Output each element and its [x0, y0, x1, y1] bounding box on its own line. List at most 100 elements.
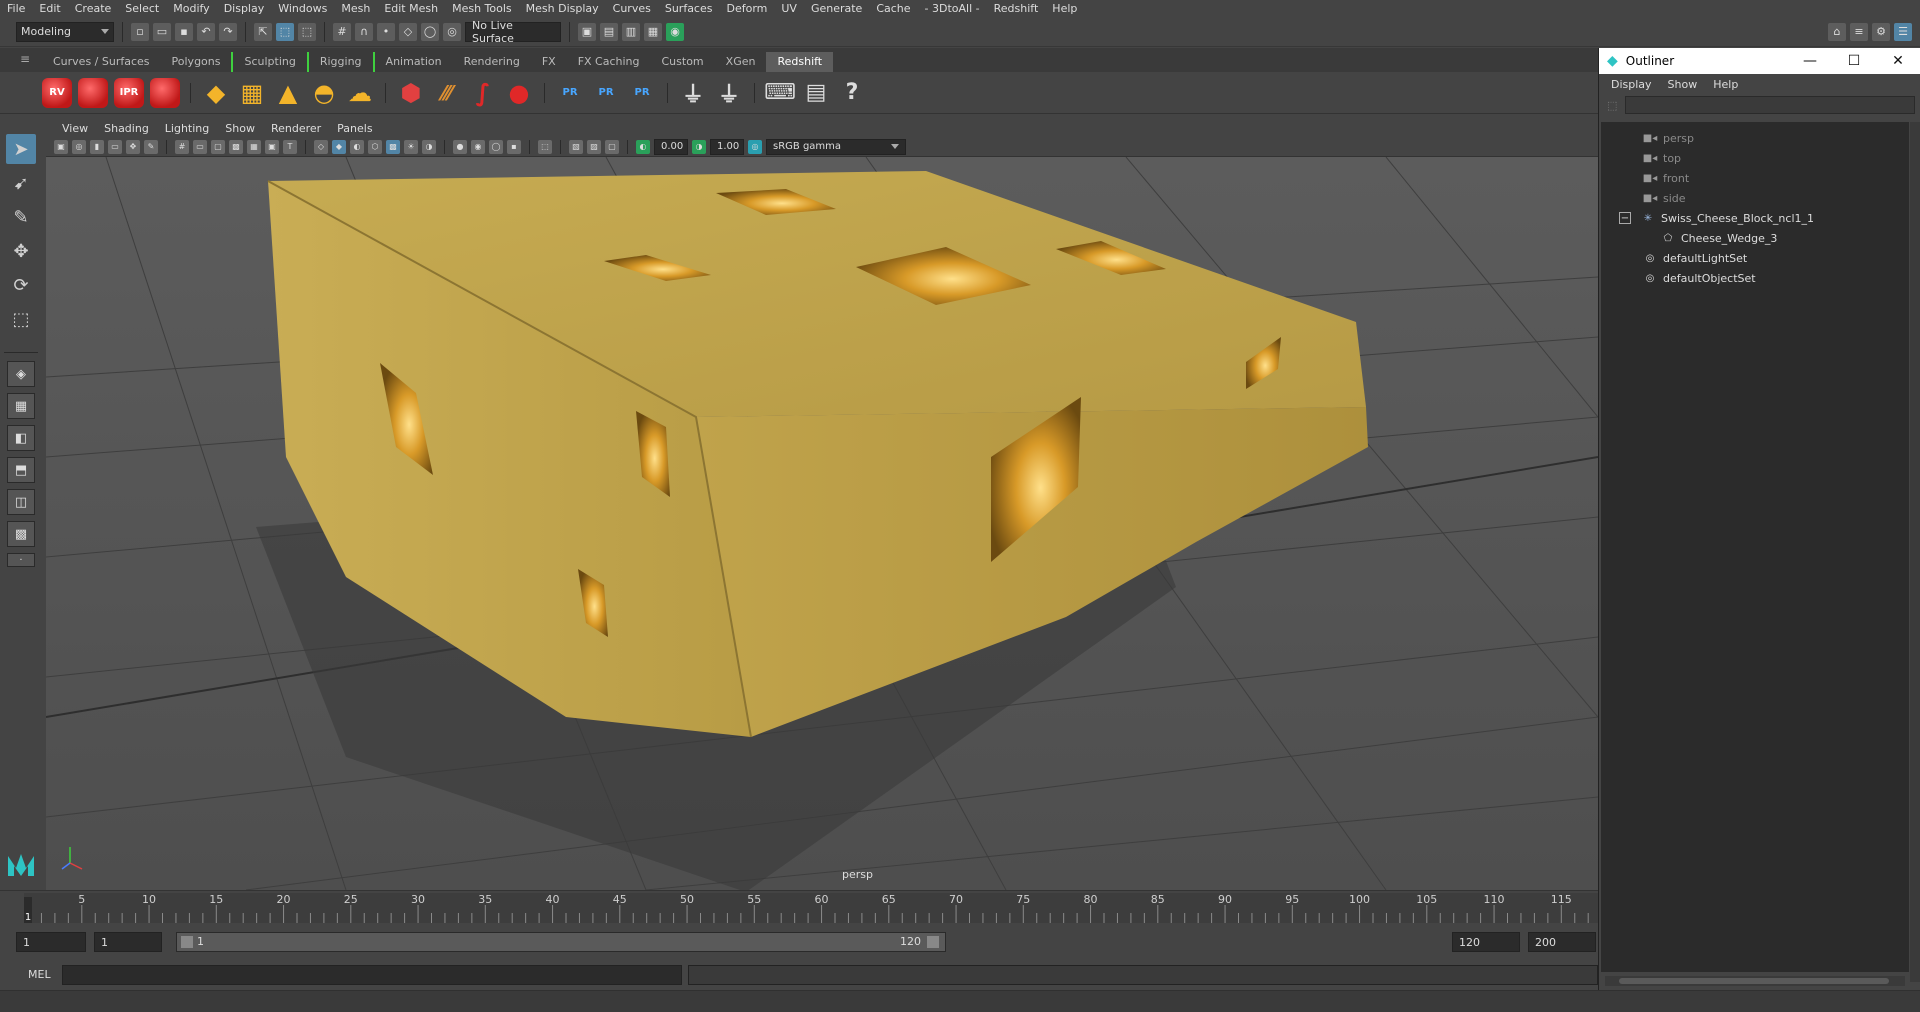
rs-volume-icon[interactable]: ⁄⁄⁄	[432, 78, 462, 108]
outliner-search-input[interactable]	[1625, 96, 1916, 114]
use-default-material-icon[interactable]: ◐	[350, 139, 364, 154]
rs-sun-light-icon[interactable]: ☁	[345, 78, 375, 108]
render-settings-icon[interactable]: ▥	[622, 22, 640, 41]
persp-outliner-layout-icon[interactable]: ⬒	[7, 457, 35, 483]
save-scene-icon[interactable]: ▪	[175, 22, 193, 41]
close-icon[interactable]: ✕	[1876, 48, 1920, 74]
snap-grid-icon[interactable]: #	[333, 22, 351, 41]
menu-windows[interactable]: Windows	[271, 0, 334, 17]
menu-edit-mesh[interactable]: Edit Mesh	[377, 0, 445, 17]
time-slider[interactable]: 5 10 15 20 25 30 35 40 45 50 55 60 65 70 75 80 85 90 95 100…	[0, 890, 1603, 926]
menu-modify[interactable]: Modify	[166, 0, 216, 17]
grid-icon[interactable]: #	[175, 139, 189, 154]
workspace-icon[interactable]: ⌂	[1828, 22, 1846, 41]
redshift-render-view-button[interactable]: RV	[42, 77, 72, 108]
field-chart-icon[interactable]: ▦	[247, 139, 261, 154]
tool-settings-icon[interactable]: ⚙	[1872, 22, 1890, 41]
render-view-icon[interactable]: ◉	[666, 22, 684, 41]
shelf-menu-icon[interactable]: ≡	[20, 52, 32, 66]
side-by-side-layout-icon[interactable]: ◧	[7, 425, 35, 451]
camera-attributes-icon[interactable]: ◎	[72, 139, 86, 154]
motion-blur-icon[interactable]: ◉	[471, 139, 485, 154]
range-slider-start-handle[interactable]	[181, 936, 193, 948]
persp-graph-layout-icon[interactable]: ◫	[7, 489, 35, 515]
outliner-item-cheese-wedge[interactable]: ⬠ Cheese_Wedge_3	[1661, 228, 1778, 248]
menu-select[interactable]: Select	[118, 0, 166, 17]
menu-curves[interactable]: Curves	[606, 0, 658, 17]
exposure-field[interactable]: 0.00	[654, 138, 688, 155]
outliner-item-persp[interactable]: ■◂ persp	[1643, 128, 1694, 148]
shelf-tab-fx[interactable]: FX	[531, 52, 567, 72]
command-input[interactable]	[62, 965, 682, 985]
outliner-item-front[interactable]: ■◂ front	[1643, 168, 1689, 188]
menu-help[interactable]: Help	[1045, 0, 1084, 17]
scale-tool-icon[interactable]: ⬚	[6, 304, 36, 334]
panel-menu-renderer[interactable]: Renderer	[263, 122, 329, 135]
rs-pr-button-3[interactable]: PR	[627, 78, 657, 108]
single-pane-layout-icon[interactable]: ◈	[7, 361, 35, 387]
redshift-ipr-button[interactable]: IPR	[114, 77, 144, 108]
playback-start-field[interactable]: 1	[94, 932, 162, 952]
scrollbar-thumb[interactable]	[1619, 978, 1889, 984]
panel-menu-view[interactable]: View	[54, 122, 96, 135]
snap-point-icon[interactable]: •	[377, 22, 395, 41]
select-tool-icon[interactable]: ➤	[6, 134, 36, 164]
snap-live-icon[interactable]: ◎	[443, 22, 461, 41]
gamma-field[interactable]: 1.00	[710, 138, 744, 155]
shelf-tab-animation[interactable]: Animation	[375, 52, 453, 72]
ambient-occlusion-icon[interactable]: ●	[453, 139, 467, 154]
textured-icon[interactable]: ▩	[386, 139, 400, 154]
xray-joints-icon[interactable]: ▢	[605, 139, 619, 154]
attribute-editor-icon[interactable]: ≡	[1850, 22, 1868, 41]
color-management-icon[interactable]: ◎	[748, 139, 762, 154]
script-language-label[interactable]: MEL	[28, 968, 51, 981]
outliner-menu-display[interactable]: Display	[1603, 78, 1660, 91]
open-scene-icon[interactable]: ▭	[153, 22, 171, 41]
panel-menu-shading[interactable]: Shading	[96, 122, 157, 135]
bookmark-icon[interactable]: ▮	[90, 139, 104, 154]
outliner-item-top[interactable]: ■◂ top	[1643, 148, 1681, 168]
redshift-render-button[interactable]	[78, 77, 108, 108]
hypershade-layout-icon[interactable]: ▩	[7, 521, 35, 547]
rs-portal-light-icon[interactable]: ▦	[237, 78, 267, 108]
shelf-tab-rigging[interactable]: Rigging	[306, 52, 375, 72]
shelf-tab-sculpting[interactable]: Sculpting	[231, 52, 306, 72]
outliner-horizontal-scrollbar[interactable]	[1605, 976, 1905, 986]
xray-active-icon[interactable]: ▨	[587, 139, 601, 154]
snap-surface-icon[interactable]: ◯	[421, 22, 439, 41]
panel-menu-lighting[interactable]: Lighting	[157, 122, 217, 135]
wireframe-icon[interactable]: ◇	[314, 139, 328, 154]
outliner-item-side[interactable]: ■◂ side	[1643, 188, 1686, 208]
shelf-tab-xgen[interactable]: XGen	[715, 52, 767, 72]
snap-curve-icon[interactable]: ∩	[355, 22, 373, 41]
shelf-tab-polygons[interactable]: Polygons	[161, 52, 232, 72]
rs-rect-light-icon[interactable]: ◆	[201, 78, 231, 108]
more-layouts-icon[interactable]: ·	[7, 553, 35, 567]
select-object-icon[interactable]: ⬚	[276, 22, 294, 41]
smooth-shade-icon[interactable]: ◆	[332, 139, 346, 154]
range-slider[interactable]: 1 120	[176, 932, 946, 952]
isolate-select-icon[interactable]: ⬚	[538, 139, 552, 154]
rs-dome-light-icon[interactable]: ◓	[309, 78, 339, 108]
safe-action-icon[interactable]: ▣	[265, 139, 279, 154]
xray-icon[interactable]: ▧	[569, 139, 583, 154]
rs-bake-icon[interactable]: ⏚	[678, 78, 708, 108]
shadows-icon[interactable]: ◑	[422, 139, 436, 154]
menu-generate[interactable]: Generate	[804, 0, 869, 17]
menu-3dtoall[interactable]: - 3DtoAll -	[918, 0, 987, 17]
outliner-menu-help[interactable]: Help	[1705, 78, 1746, 91]
collapse-icon[interactable]: −	[1619, 212, 1631, 224]
menu-file[interactable]: File	[0, 0, 32, 17]
paint-select-tool-icon[interactable]: ✎	[6, 202, 36, 232]
menu-surfaces[interactable]: Surfaces	[658, 0, 720, 17]
gate-mask-icon[interactable]: ▩	[229, 139, 243, 154]
safe-title-icon[interactable]: T	[283, 139, 297, 154]
help-icon[interactable]: ?	[837, 78, 867, 108]
menu-redshift[interactable]: Redshift	[987, 0, 1046, 17]
lasso-tool-icon[interactable]: ➹	[6, 168, 36, 198]
move-tool-icon[interactable]: ✥	[6, 236, 36, 266]
workspace-dropdown[interactable]: Modeling	[16, 21, 114, 42]
rs-spot-light-icon[interactable]: ▲	[273, 78, 303, 108]
outliner-item-default-light-set[interactable]: ◎ defaultLightSet	[1643, 248, 1748, 268]
resolution-gate-icon[interactable]: ▢	[211, 139, 225, 154]
